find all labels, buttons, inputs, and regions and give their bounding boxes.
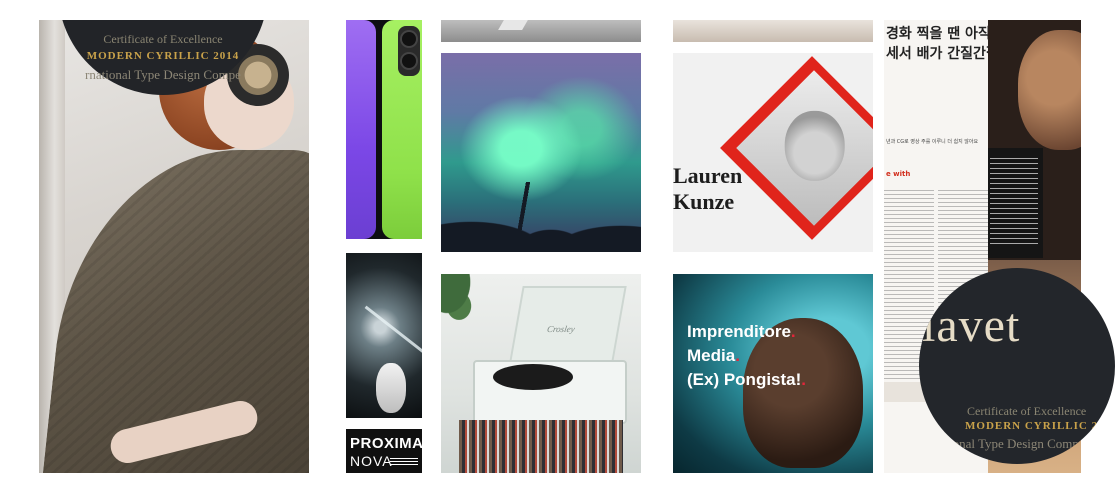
imprenditore-tile[interactable]: Imprenditore. Media. (Ex) Pongista!. bbox=[673, 274, 873, 473]
headline-line-2: Media bbox=[687, 346, 736, 365]
headline-dot: . bbox=[790, 322, 796, 341]
camera-module-icon bbox=[398, 26, 420, 76]
nova-label: NOVA bbox=[350, 453, 393, 469]
seal-big-text: iavet bbox=[922, 299, 1021, 352]
top-beige-photo-tile[interactable] bbox=[673, 20, 873, 42]
lauren-kunze-tile[interactable]: Lauren Kunze bbox=[673, 53, 873, 252]
seal-line-certificate: Certificate of Excellence bbox=[103, 32, 223, 46]
vinyl-record-icon bbox=[493, 364, 573, 390]
portrait-head bbox=[784, 110, 845, 181]
headline-line-1: Imprenditore bbox=[687, 322, 791, 341]
record-collection-stand bbox=[459, 420, 623, 473]
light-streak bbox=[364, 305, 422, 364]
name-last: Kunze bbox=[673, 189, 735, 214]
imprenditore-headline: Imprenditore. Media. (Ex) Pongista!. bbox=[687, 320, 806, 392]
korean-subtitle: 년과 CG로 영상 주를 이루니 더 쉽지 않아요 bbox=[886, 139, 979, 145]
fashion-photo-tile[interactable]: Certificate of Excellence MODERN CYRILLI… bbox=[39, 20, 309, 473]
headline-dot: . bbox=[801, 370, 807, 389]
car-shape bbox=[376, 363, 406, 413]
seal-line-competition: ernational Type Design Comp bbox=[923, 436, 1079, 451]
plant-leaves bbox=[441, 274, 501, 354]
aurora-photo-tile[interactable] bbox=[441, 53, 641, 252]
headline-dot: . bbox=[735, 346, 740, 365]
headline-line-3: (Ex) Pongista! bbox=[687, 370, 802, 389]
magazine-panel bbox=[988, 148, 1043, 258]
seal-line-competition: rnational Type Design Compe bbox=[85, 67, 241, 82]
purple-phone bbox=[346, 20, 376, 239]
phone-photo-tile[interactable] bbox=[346, 20, 422, 239]
record-player-lid: Crosley bbox=[509, 286, 627, 362]
logo-lines-icon bbox=[390, 458, 418, 466]
korean-red-heading: e with bbox=[886, 170, 911, 178]
seal-line-cyrillic: MODERN CYRILLIC 2014 bbox=[86, 50, 240, 62]
korean-headline-1: 경화 찍을 땐 아직도 bbox=[886, 26, 988, 42]
proxima-nova-logo-tile[interactable]: PROXIMA NOVA bbox=[346, 429, 422, 473]
record-player-photo-tile[interactable]: Crosley bbox=[441, 274, 641, 473]
proxima-label: PROXIMA bbox=[350, 435, 422, 452]
certificate-seal-bottom[interactable]: iavet Certificate of Excellence MODERN C… bbox=[919, 268, 1115, 464]
record-player-brand: Crosley bbox=[546, 324, 576, 334]
seal-line-certificate: Certificate of Excellence bbox=[967, 404, 1087, 418]
top-gray-photo-tile[interactable] bbox=[441, 20, 641, 42]
tunnel-photo-tile[interactable] bbox=[346, 253, 422, 418]
tree-silhouettes bbox=[441, 182, 641, 252]
man-face bbox=[1018, 30, 1081, 150]
korean-headline-2: 세서 배가 간질간질 bbox=[886, 46, 988, 62]
name-first: Lauren bbox=[673, 163, 743, 188]
portrait-photo bbox=[736, 70, 873, 226]
seal-line-cyrillic: MODERN CYRILLIC 2014 bbox=[965, 420, 1115, 432]
